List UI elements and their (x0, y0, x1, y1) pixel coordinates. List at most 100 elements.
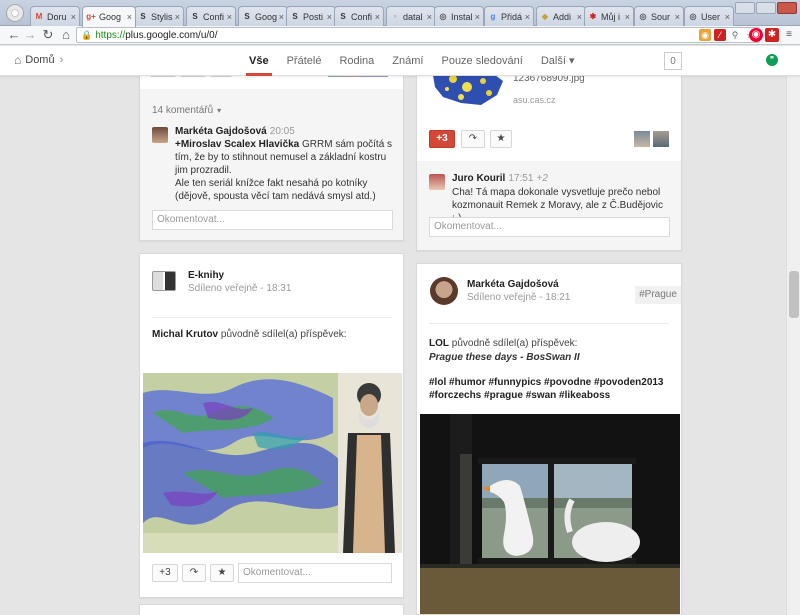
comments-toggle[interactable]: 14 komentářů ▾ (152, 105, 221, 116)
comment-author[interactable]: Juro Kouril (452, 173, 505, 184)
stream-tab[interactable]: Přátelé (278, 46, 331, 76)
close-tab-icon[interactable]: × (725, 12, 730, 22)
reload-icon[interactable]: ↻ (40, 27, 56, 43)
comment-input[interactable]: Okomentovat... (152, 210, 393, 230)
star-button[interactable]: ★ (210, 564, 234, 582)
close-tab-icon[interactable]: × (577, 12, 582, 22)
avatar[interactable] (430, 277, 458, 305)
browser-tab[interactable]: g Přidá × (484, 6, 534, 26)
share-button[interactable]: ↷ (461, 130, 485, 148)
browser-tab[interactable]: S Confi × (334, 6, 384, 26)
browser-tab[interactable]: S Posti × (286, 6, 336, 26)
comment-author[interactable]: Markéta Gajdošová (175, 126, 267, 137)
hashtag-chip[interactable]: #Prague (635, 286, 681, 304)
forward-arrow-icon[interactable]: → (22, 27, 38, 43)
link-domain[interactable]: asu.cas.cz (513, 95, 556, 105)
close-tab-icon[interactable]: × (675, 12, 680, 22)
reshare-author[interactable]: Michal Krutov (152, 329, 218, 340)
home-menu[interactable]: ⌂ Domů › (14, 53, 63, 67)
browser-tab[interactable]: ◎ User × (684, 6, 734, 26)
close-tab-icon[interactable]: × (71, 12, 76, 22)
hashtags-line-1[interactable]: #lol #humor #funnypics #povodne #povoden… (429, 377, 664, 388)
stream-tab[interactable]: Další ▾ (532, 46, 584, 76)
post-author[interactable]: Markéta Gajdošová (467, 279, 559, 290)
notifications-count[interactable]: 0 (664, 52, 682, 70)
avatar[interactable] (634, 131, 650, 147)
post-author[interactable]: E-knihy (188, 270, 224, 281)
comment-plus-count[interactable]: +2 (537, 173, 548, 184)
browser-tab[interactable]: ◎ Instal × (434, 6, 484, 26)
share-button[interactable]: ↷ (182, 564, 206, 582)
stylish-icon: S (292, 11, 298, 21)
close-tab-icon[interactable]: × (475, 12, 480, 22)
stream-tab[interactable]: Rodina (330, 46, 383, 76)
post-time[interactable]: 18:21 (545, 292, 570, 303)
close-tab-icon[interactable]: × (327, 12, 332, 22)
search-icon[interactable]: ⚲ (729, 29, 741, 41)
swan-window-image[interactable] (420, 414, 680, 614)
gmail-icon: M (35, 11, 43, 21)
menu-icon[interactable]: ≡ (782, 28, 796, 42)
stream-tab[interactable]: Známí (383, 46, 432, 76)
extension-icon[interactable]: ✱ (765, 28, 779, 42)
close-tab-icon[interactable]: × (127, 12, 132, 22)
hashtags-line-2[interactable]: #forczechs #prague #swan #likeaboss (429, 390, 610, 401)
close-tab-icon[interactable]: × (175, 12, 180, 22)
pdf-icon[interactable]: ⁄ (714, 29, 726, 41)
star-button[interactable]: ★ (490, 130, 512, 148)
ebook-reader-avatar-icon[interactable] (152, 271, 176, 291)
adblock-icon[interactable]: ◉ (749, 28, 763, 42)
rss-icon[interactable]: ◉ (699, 29, 711, 41)
post-card-ekniha: E-knihy Sdíleno veřejně - 18:31 Michal K… (139, 253, 404, 598)
mention-link[interactable]: +Miroslav Scalex Hlavička (175, 139, 299, 150)
swan-photo-graphic (420, 414, 680, 614)
stream-tab-label: Další (540, 55, 566, 67)
browser-tab[interactable]: S Goog × (238, 6, 288, 26)
avatar[interactable] (152, 127, 168, 143)
address-bar[interactable]: 🔒 https://plus.google.com/u/0/ ◉ ⁄ ⚲ ☆ (76, 27, 760, 43)
browser-tab[interactable]: g+ Goog × (82, 6, 136, 27)
window-minimize-button[interactable] (735, 2, 755, 14)
stream-tab[interactable]: Pouze sledování (432, 46, 531, 76)
browser-tab[interactable]: ◎ Sour × (634, 6, 684, 26)
page-scrollbar[interactable] (786, 76, 800, 615)
close-tab-icon[interactable]: × (375, 12, 380, 22)
browser-tab[interactable]: ◆ Addi × (536, 6, 586, 26)
home-icon[interactable]: ⌂ (58, 27, 74, 43)
browser-tab[interactable]: S Confi × (186, 6, 236, 26)
reshare-author[interactable]: LOL (429, 338, 449, 349)
browser-tab[interactable]: M Doru × (30, 6, 80, 26)
close-tab-icon[interactable]: × (427, 12, 432, 22)
url-scheme: https:// (95, 29, 126, 41)
stylish-icon: S (244, 11, 250, 21)
avatar[interactable] (653, 131, 669, 147)
close-tab-icon[interactable]: × (625, 12, 630, 22)
page-icon: ▫ (393, 11, 397, 21)
plus-one-button[interactable]: +3 (152, 564, 178, 582)
radar-meme-image[interactable] (143, 373, 402, 553)
window-close-button[interactable] (777, 2, 797, 14)
close-tab-icon[interactable]: × (279, 12, 284, 22)
browser-tab[interactable]: ✱ Můj i × (584, 6, 634, 26)
comment-input[interactable]: Okomentovat... (238, 563, 392, 583)
comment-time[interactable]: 20:05 (270, 126, 295, 137)
hangouts-icon[interactable]: ❞ (766, 54, 778, 66)
plus-one-button[interactable]: +3 (429, 130, 455, 148)
comment-time[interactable]: 17:51 (508, 173, 533, 184)
comment-input[interactable]: Okomentovat... (429, 217, 670, 237)
window-maximize-button[interactable] (756, 2, 776, 14)
github-icon: ◎ (639, 11, 647, 21)
comments-count-label: 14 komentářů (152, 105, 214, 116)
close-tab-icon[interactable]: × (227, 12, 232, 22)
post-time[interactable]: 18:31 (266, 283, 291, 294)
visibility-label[interactable]: Sdíleno veřejně (188, 283, 258, 294)
browser-tab[interactable]: ▫ datal × (386, 6, 436, 26)
visibility-label[interactable]: Sdíleno veřejně (467, 292, 537, 303)
stream-tab[interactable]: Vše (240, 46, 278, 76)
back-arrow-icon[interactable]: ← (6, 27, 22, 43)
avatar[interactable] (429, 174, 445, 190)
close-tab-icon[interactable]: × (525, 12, 530, 22)
addon-icon: ◆ (541, 11, 549, 21)
scrollbar-thumb[interactable] (789, 271, 799, 318)
browser-tab[interactable]: S Stylis × (134, 6, 184, 26)
